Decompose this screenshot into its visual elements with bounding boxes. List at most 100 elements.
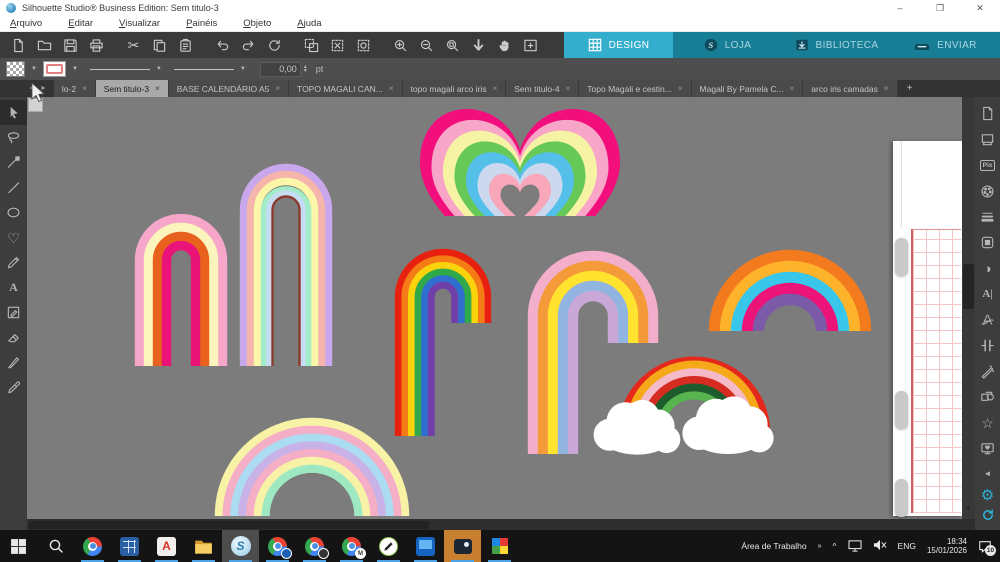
stroke-width-stepper[interactable]: ▲▼ <box>303 65 308 74</box>
page-setup-panel-button[interactable] <box>975 101 1000 127</box>
network-icon[interactable] <box>848 540 862 552</box>
document-tab[interactable]: Topo Magali e cestin...× <box>579 80 691 97</box>
fit-to-page-button[interactable] <box>520 34 541 56</box>
nav-tab-design[interactable]: DESIGN <box>564 32 673 58</box>
select-tool[interactable] <box>0 100 27 125</box>
line-color-swatch[interactable] <box>43 61 66 77</box>
trace-select-button[interactable] <box>353 34 374 56</box>
color-palette-panel-button[interactable] <box>975 178 1000 204</box>
tab-close-icon[interactable]: × <box>389 84 394 93</box>
settings-gear-button[interactable]: ⚙ <box>981 487 994 505</box>
fill-swatch[interactable] <box>6 61 25 77</box>
stroke-width-input[interactable]: 0,00 <box>260 62 301 77</box>
copy-button[interactable] <box>149 34 170 56</box>
open-folder-button[interactable] <box>34 34 55 56</box>
offset-panel-button[interactable]: ☆ <box>975 410 1000 436</box>
restore-button[interactable]: ❐ <box>920 0 960 16</box>
taskbar-chrome-4[interactable]: M <box>333 530 370 562</box>
minimize-button[interactable]: – <box>880 0 920 16</box>
tab-close-icon[interactable]: × <box>493 84 498 93</box>
paste-button[interactable] <box>175 34 196 56</box>
save-button[interactable] <box>60 34 81 56</box>
taskbar-search[interactable] <box>37 530 74 562</box>
taskbar-calculator[interactable] <box>111 530 148 562</box>
duplicate-button[interactable] <box>301 34 322 56</box>
print-button[interactable] <box>86 34 107 56</box>
horizontal-scroll-thumb[interactable] <box>29 521 429 529</box>
collapse-panel-button[interactable]: ◄ <box>975 461 1000 487</box>
hidden-icons-button[interactable]: ^ <box>833 541 837 551</box>
nav-tab-loja[interactable]: SLOJA <box>673 32 782 58</box>
taskbar-photos-app[interactable] <box>444 530 481 562</box>
line-style-panel-button[interactable] <box>975 204 1000 230</box>
modify-panel-button[interactable] <box>975 358 1000 384</box>
replicate-panel-button[interactable] <box>975 384 1000 410</box>
line-end-dropdown[interactable]: ▼ <box>174 66 252 72</box>
menu-editar[interactable]: Editar <box>68 18 93 29</box>
sync-button[interactable] <box>981 508 995 527</box>
document-tab[interactable]: arco iris camadas× <box>803 80 897 97</box>
deselect-button[interactable] <box>327 34 348 56</box>
taskbar-file-explorer[interactable] <box>185 530 222 562</box>
taskbar-movie-app[interactable] <box>407 530 444 562</box>
scroll-down-icon[interactable]: ▼ <box>965 506 972 513</box>
cutting-mat-panel-button[interactable] <box>975 127 1000 153</box>
taskbar-pen-app[interactable] <box>370 530 407 562</box>
pastel-semicircle-rainbow[interactable] <box>219 422 405 516</box>
menu-visualizar[interactable]: Visualizar <box>119 18 160 29</box>
send-to-silhouette-panel-button[interactable] <box>975 436 1000 462</box>
pan-button[interactable] <box>494 34 515 56</box>
design-canvas[interactable]: ▼ <box>27 97 975 531</box>
taskbar-acrobat[interactable]: A <box>148 530 185 562</box>
fill-pattern-panel-button[interactable] <box>975 230 1000 256</box>
document-tab[interactable]: topo magali arco iris× <box>403 80 507 97</box>
text-style-panel-button[interactable]: A| <box>975 281 1000 307</box>
nav-tab-biblioteca[interactable]: BIBLIOTECA <box>782 32 891 58</box>
cloud-rainbow[interactable] <box>594 361 774 455</box>
glyphs-panel-button[interactable] <box>975 307 1000 333</box>
zoom-in-button[interactable] <box>390 34 411 56</box>
eyedropper-tool[interactable] <box>0 375 27 400</box>
trace-panel-button[interactable]: ◑ <box>975 255 1000 281</box>
tab-close-icon[interactable]: × <box>566 84 571 93</box>
nav-tab-enviar[interactable]: ENVIAR <box>891 32 1000 58</box>
volume-muted-icon[interactable] <box>873 539 887 553</box>
taskbar-chrome-2[interactable] <box>259 530 296 562</box>
tab-close-icon[interactable]: × <box>82 84 87 93</box>
taskbar-start[interactable] <box>0 530 37 562</box>
taskbar-grid-app[interactable] <box>481 530 518 562</box>
pixscan-panel-button[interactable]: Pix <box>975 152 1000 178</box>
new-tab-button[interactable]: + <box>898 80 922 97</box>
classic-rainbow-arch[interactable] <box>398 252 487 436</box>
taskbar-chrome-1[interactable] <box>74 530 111 562</box>
refresh-button[interactable] <box>264 34 285 56</box>
fill-dropdown-arrow[interactable]: ▼ <box>31 66 37 72</box>
document-tab[interactable]: BASE CALENDÁRIO A5× <box>169 80 289 97</box>
line-style-dropdown[interactable]: ▼ <box>90 66 168 72</box>
knife-tool[interactable] <box>0 350 27 375</box>
tab-close-icon[interactable]: × <box>155 84 160 93</box>
document-tab[interactable]: Sem titulo-4× <box>506 80 579 97</box>
menu-ajuda[interactable]: Ajuda <box>297 18 321 29</box>
bold-semicircle-rainbow[interactable] <box>715 256 866 332</box>
new-document-button[interactable] <box>8 34 29 56</box>
zoom-out-button[interactable] <box>416 34 437 56</box>
menu-objeto[interactable]: Objeto <box>243 18 271 29</box>
tab-scroll-arrows[interactable]: ◄► <box>0 80 54 97</box>
line-tool[interactable] <box>0 175 27 200</box>
edit-points-tool[interactable] <box>0 150 27 175</box>
tab-close-icon[interactable]: × <box>678 84 683 93</box>
close-button[interactable]: ✕ <box>960 0 1000 16</box>
lasso-tool[interactable] <box>0 125 27 150</box>
transform-panel-button[interactable] <box>975 333 1000 359</box>
vertical-scroll-thumb[interactable] <box>963 264 974 309</box>
taskbar-silhouette-studio[interactable]: S <box>222 530 259 562</box>
heart-shape-tool[interactable]: ♡ <box>0 225 27 250</box>
menu-arquivo[interactable]: Arquivo <box>10 18 42 29</box>
document-tab[interactable]: Magali By Pamela C...× <box>692 80 804 97</box>
tall-arch-pink[interactable] <box>140 219 223 366</box>
redo-button[interactable] <box>238 34 259 56</box>
zoom-pull-button[interactable] <box>468 34 489 56</box>
notification-center-button[interactable]: 10 <box>978 540 992 553</box>
language-indicator[interactable]: ENG <box>898 541 916 551</box>
